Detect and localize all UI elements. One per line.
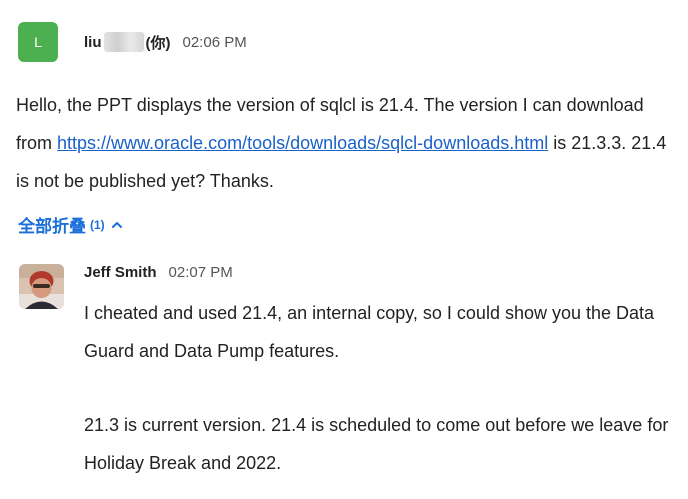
sender-name[interactable]: liu (你): [84, 32, 171, 53]
sender-name-suffix: (你): [145, 34, 171, 52]
reply-avatar[interactable]: [19, 264, 64, 309]
reply-timestamp: 02:07 PM: [168, 263, 233, 281]
download-link[interactable]: https://www.oracle.com/tools/downloads/s…: [57, 133, 548, 153]
reply-header: Jeff Smith 02:07 PM: [84, 260, 233, 284]
redacted-name-blur: [103, 32, 144, 52]
reply-body: I cheated and used 21.4, an internal cop…: [84, 294, 684, 482]
reply-count: (1): [90, 217, 105, 232]
sender-name-prefix: liu: [84, 33, 102, 51]
collapse-all-label: 全部折叠: [18, 217, 86, 236]
reply-sender-name[interactable]: Jeff Smith: [84, 264, 157, 281]
avatar[interactable]: L: [18, 22, 58, 62]
reply-paragraph-1: I cheated and used 21.4, an internal cop…: [84, 303, 655, 361]
collapse-all-button[interactable]: 全部折叠 (1): [18, 212, 123, 237]
chevron-up-icon: [111, 220, 123, 230]
message-timestamp: 02:06 PM: [182, 33, 247, 51]
message-header: L liu (你) 02:06 PM: [18, 22, 247, 62]
avatar-initial: L: [34, 34, 42, 50]
message-body: Hello, the PPT displays the version of s…: [16, 86, 676, 200]
reply-paragraph-2: 21.3 is current version. 21.4 is schedul…: [84, 415, 669, 473]
